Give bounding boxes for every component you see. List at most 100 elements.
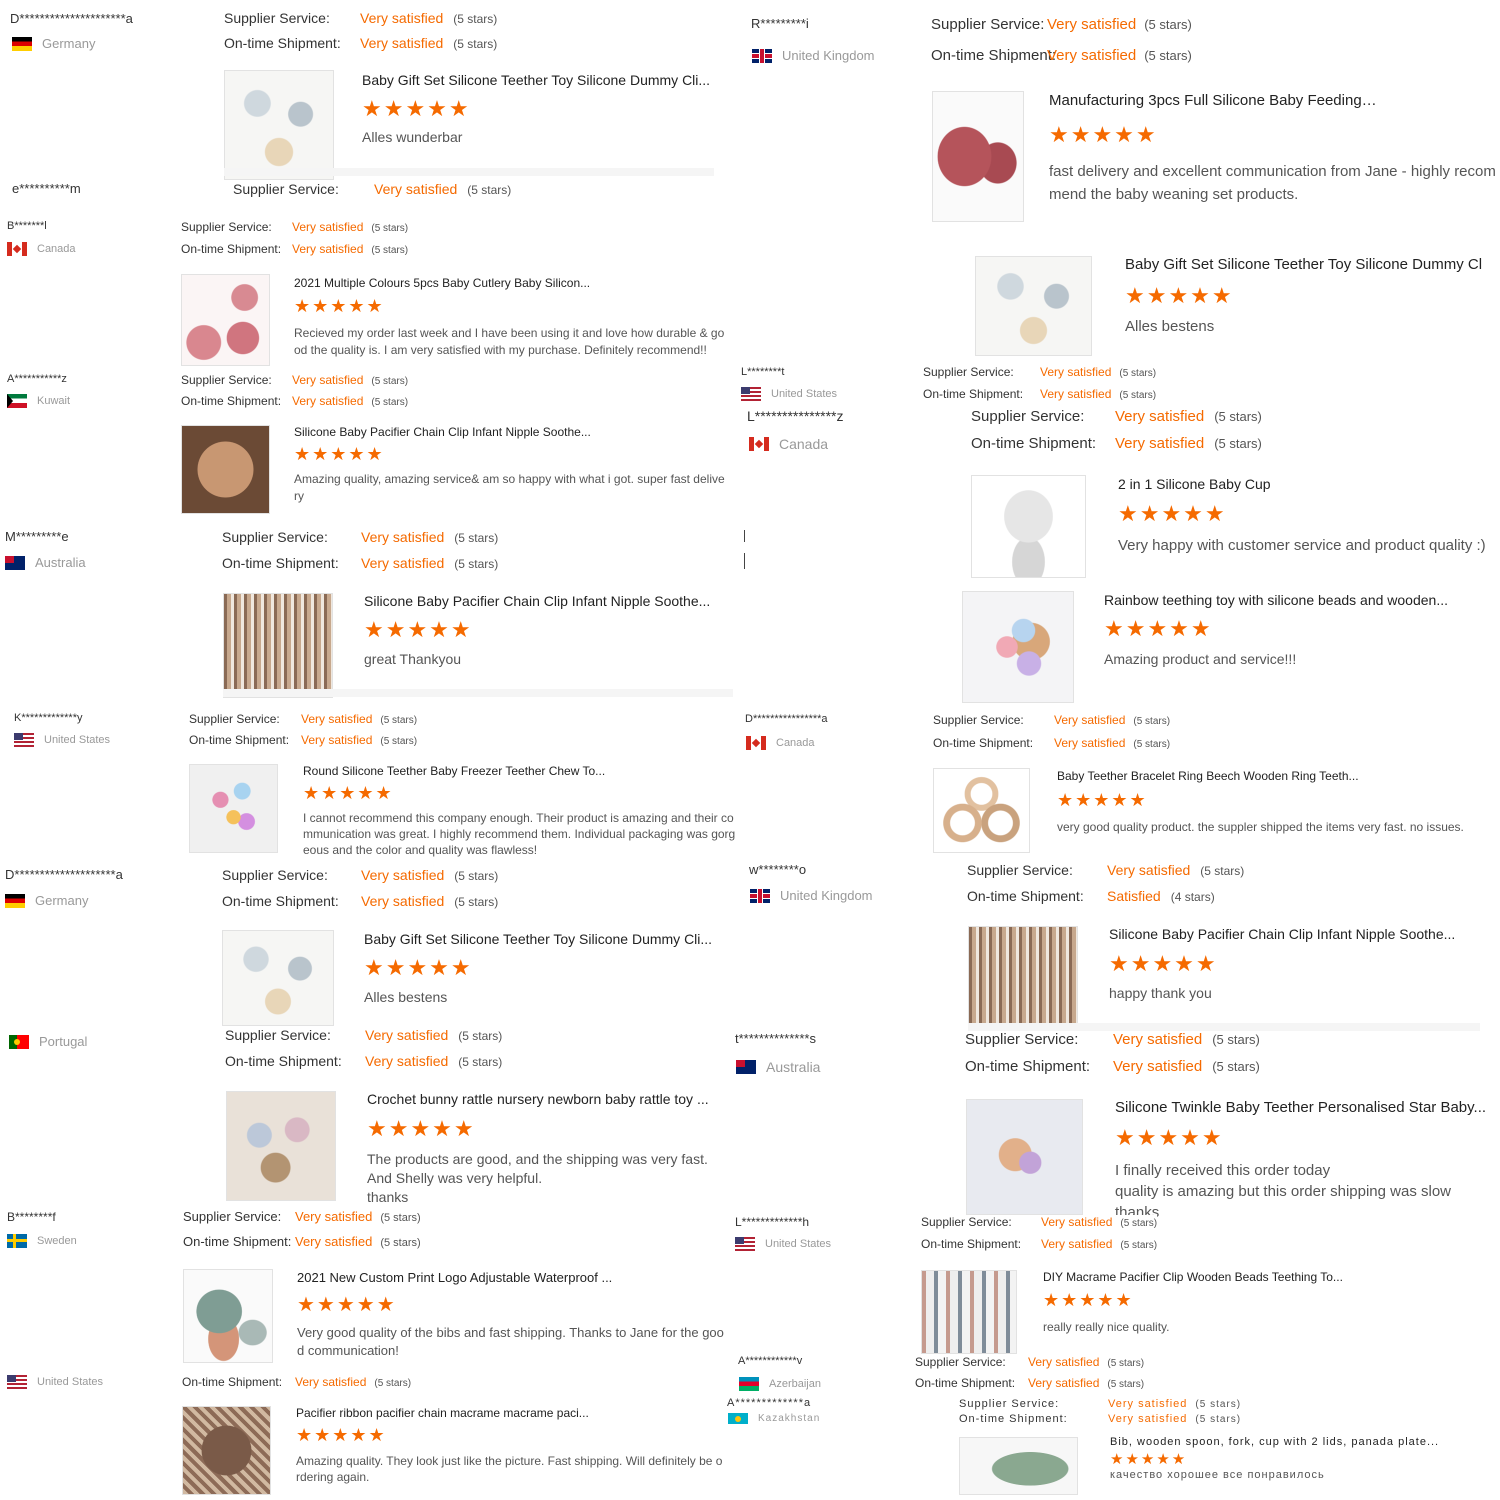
canada-flag-icon xyxy=(749,437,769,451)
reviewer-name: A***********z xyxy=(7,373,67,385)
reviewer-country: Portugal xyxy=(9,1034,87,1049)
azerbaijan-flag-icon xyxy=(739,1377,759,1391)
product-title[interactable]: Baby Gift Set Silicone Teether Toy Silic… xyxy=(362,72,718,88)
review-comment: I cannot recommend this company enough. … xyxy=(303,811,736,857)
product-title[interactable]: Baby Teether Bracelet Ring Beech Wooden … xyxy=(1057,769,1397,783)
product-title[interactable]: Bib, wooden spoon, fork, cup with 2 lids… xyxy=(1110,1436,1498,1448)
product-thumbnail[interactable] xyxy=(971,475,1086,578)
shipment-rating: On-time Shipment: Very satisfied (5 stars) xyxy=(183,1234,421,1249)
united-states-flag-icon xyxy=(14,733,34,747)
supplier-service-rating: Supplier Service: Very satisfied (5 stars) xyxy=(222,867,499,883)
reviewer-name: L********t xyxy=(741,366,785,378)
shipment-rating: On-time Shipment: Very satisfied (5 stars) xyxy=(971,435,1262,452)
rating-stars: ★★★★★ xyxy=(1043,1290,1134,1310)
product-thumbnail[interactable] xyxy=(966,1099,1083,1215)
reviewer-country: Canada xyxy=(746,736,815,750)
reviewer-name: A************v xyxy=(738,1355,803,1367)
supplier-service-rating: Supplier Service: Very satisfied (5 stars) xyxy=(965,1031,1260,1048)
supplier-service-rating: Supplier Service: Very satisfied (5 stars) xyxy=(222,529,499,545)
canada-flag-icon xyxy=(7,242,27,256)
product-thumbnail[interactable] xyxy=(962,591,1074,703)
rating-stars: ★★★★★ xyxy=(303,783,394,803)
product-thumbnail[interactable] xyxy=(933,768,1030,853)
review-comment: Recieved my order last week and I have b… xyxy=(294,326,725,357)
review-comment: Alles wunderbar xyxy=(362,129,463,145)
supplier-service-rating: Supplier Service: Very satisfied (5 stars) xyxy=(224,10,498,26)
rating-stars: ★★★★★ xyxy=(1118,501,1227,526)
shipment-rating: On-time Shipment: Very satisfied (5 stars) xyxy=(931,47,1192,64)
review-comment: very good quality product. the suppler s… xyxy=(1057,820,1464,834)
supplier-service-rating: Supplier Service: Very satisfied (5 stars) xyxy=(225,1027,503,1043)
reviewer-name: B*******l xyxy=(7,220,47,232)
united-states-flag-icon xyxy=(741,387,761,401)
germany-flag-icon xyxy=(5,893,25,908)
rating-stars: ★★★★★ xyxy=(1057,790,1148,810)
supplier-service-rating: Supplier Service: Very satisfied (5 stars) xyxy=(967,862,1245,878)
reviewer-country: Canada xyxy=(749,436,828,452)
product-title[interactable]: Baby Gift Set Silicone Teether Toy Silic… xyxy=(364,931,734,947)
product-title[interactable]: Rainbow teething toy with silicone beads… xyxy=(1104,592,1476,608)
product-title[interactable]: Manufacturing 3pcs Full Silicone Baby Fe… xyxy=(1049,92,1379,109)
separator xyxy=(744,553,745,569)
review-comment: Amazing product and service!!! xyxy=(1104,651,1297,667)
united-kingdom-flag-icon xyxy=(750,888,770,903)
kazakhstan-flag-icon xyxy=(728,1413,748,1424)
product-title[interactable]: Silicone Twinkle Baby Teether Personalis… xyxy=(1115,1099,1500,1116)
product-title[interactable]: DIY Macrame Pacifier Clip Wooden Beads T… xyxy=(1043,1270,1373,1284)
reviewer-name: e**********m xyxy=(12,181,81,196)
rating-stars: ★★★★★ xyxy=(1049,122,1158,147)
reviewer-country: United States xyxy=(741,387,837,401)
product-thumbnail[interactable] xyxy=(932,91,1024,222)
supplier-service-rating: Supplier Service: Very satisfied (5 stars) xyxy=(915,1355,1145,1369)
supplier-service-rating: Supplier Service: Very satisfied (5 stars) xyxy=(233,181,512,197)
product-thumbnail[interactable] xyxy=(181,425,270,514)
reviewer-name: L*************h xyxy=(735,1215,810,1229)
supplier-service-rating: Supplier Service: Very satisfied (5 stars) xyxy=(921,1215,1158,1229)
supplier-service-rating: Supplier Service: Very satisfied (5 stars) xyxy=(931,16,1192,33)
product-title[interactable]: Pacifier ribbon pacifier chain macrame m… xyxy=(296,1406,626,1420)
product-title[interactable]: Baby Gift Set Silicone Teether Toy Silic… xyxy=(1125,256,1500,273)
product-title[interactable]: 2021 New Custom Print Logo Adjustable Wa… xyxy=(297,1270,627,1285)
product-thumbnail[interactable] xyxy=(959,1437,1078,1495)
product-thumbnail[interactable] xyxy=(968,926,1078,1029)
product-thumbnail[interactable] xyxy=(224,70,334,180)
reviewer-name: B********f xyxy=(7,1210,56,1224)
shipment-rating: On-time Shipment: Very satisfied (5 stars) xyxy=(965,1058,1260,1075)
product-title[interactable]: Crochet bunny rattle nursery newborn bab… xyxy=(367,1091,733,1107)
review-comment: Alles bestens xyxy=(1125,318,1215,335)
product-title[interactable]: Silicone Baby Pacifier Chain Clip Infant… xyxy=(364,593,734,609)
product-thumbnail[interactable] xyxy=(183,1269,273,1363)
review-comment: Alles bestens xyxy=(364,989,448,1005)
product-thumbnail[interactable] xyxy=(181,274,270,366)
product-title[interactable]: Round Silicone Teether Baby Freezer Teet… xyxy=(303,764,633,778)
product-title[interactable]: Silicone Baby Pacifier Chain Clip Infant… xyxy=(1109,926,1481,942)
product-thumbnail[interactable] xyxy=(189,764,278,853)
product-title[interactable]: Silicone Baby Pacifier Chain Clip Infant… xyxy=(294,425,624,439)
reviewer-name: t**************s xyxy=(735,1031,816,1046)
united-states-flag-icon xyxy=(735,1237,755,1251)
reviewer-country: United States xyxy=(7,1375,103,1389)
rating-stars: ★★★★★ xyxy=(294,444,385,464)
shipment-rating: On-time Shipment: Very satisfied (5 stars) xyxy=(182,1375,412,1389)
divider xyxy=(223,689,733,697)
product-thumbnail[interactable] xyxy=(182,1406,271,1495)
product-thumbnail[interactable] xyxy=(226,1091,336,1201)
product-thumbnail[interactable] xyxy=(975,256,1092,356)
product-title[interactable]: 2021 Multiple Colours 5pcs Baby Cutlery … xyxy=(294,276,624,290)
supplier-service-rating: Supplier Service: Very satisfied (5 stars) xyxy=(959,1398,1242,1410)
product-thumbnail[interactable] xyxy=(223,593,333,698)
shipment-rating: On-time Shipment: Very satisfied (5 stars) xyxy=(181,394,409,408)
reviewer-name: M*********e xyxy=(5,529,69,544)
review-comment: Amazing quality. They look just like the… xyxy=(296,1454,723,1484)
reviewer-country: Azerbaijan xyxy=(739,1377,821,1391)
review-comment: I finally received this order today qual… xyxy=(1115,1162,1451,1221)
product-thumbnail[interactable] xyxy=(921,1270,1017,1354)
rating-stars: ★★★★★ xyxy=(364,617,473,642)
reviewer-country: Australia xyxy=(5,555,86,570)
product-title[interactable]: 2 in 1 Silicone Baby Cup xyxy=(1118,476,1488,492)
review-comment: fast delivery and excellent communicatio… xyxy=(1049,163,1496,203)
reviewer-country: United States xyxy=(14,733,110,747)
review-comment: happy thank you xyxy=(1109,985,1212,1001)
product-thumbnail[interactable] xyxy=(222,930,334,1026)
reviewer-name: D********************a xyxy=(5,867,123,882)
